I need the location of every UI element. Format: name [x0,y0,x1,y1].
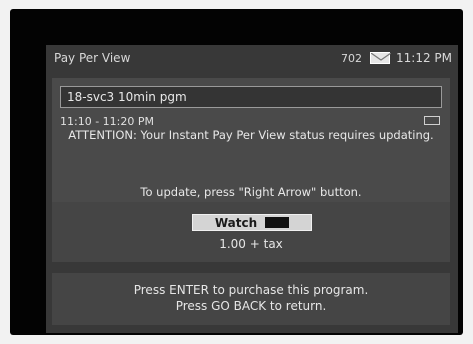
instructions-box: Press ENTER to purchase this program. Pr… [52,273,450,325]
time-row: 11:10 - 11:20 PM [60,115,442,129]
ppv-panel: Pay Per View 702 11:12 PM 18-svc3 10min … [46,45,458,333]
watch-label: Watch [214,215,258,230]
update-message: To update, press "Right Arrow" button. [140,185,362,199]
closed-caption-icon [424,116,440,125]
purchase-box: Watch 1.00 + tax [52,202,450,262]
watch-badge-icon [265,217,290,228]
watch-button[interactable]: Watch [192,214,312,231]
goback-instruction: Press GO BACK to return. [175,299,327,313]
clock: 11:12 PM [396,51,452,65]
enter-instruction: Press ENTER to purchase this program. [133,283,369,297]
title-bar: Pay Per View 702 11:12 PM [46,45,458,71]
tv-screen: Pay Per View 702 11:12 PM 18-svc3 10min … [10,9,463,335]
price-text: 1.00 + tax [219,237,283,251]
envelope-icon [370,52,391,64]
program-name-field: 18-svc3 10min pgm [60,86,442,108]
program-time: 11:10 - 11:20 PM [60,115,154,128]
page-title: Pay Per View [54,51,131,65]
attention-message: ATTENTION: Your Instant Pay Per View sta… [68,128,434,142]
channel-number: 702 [341,51,362,65]
